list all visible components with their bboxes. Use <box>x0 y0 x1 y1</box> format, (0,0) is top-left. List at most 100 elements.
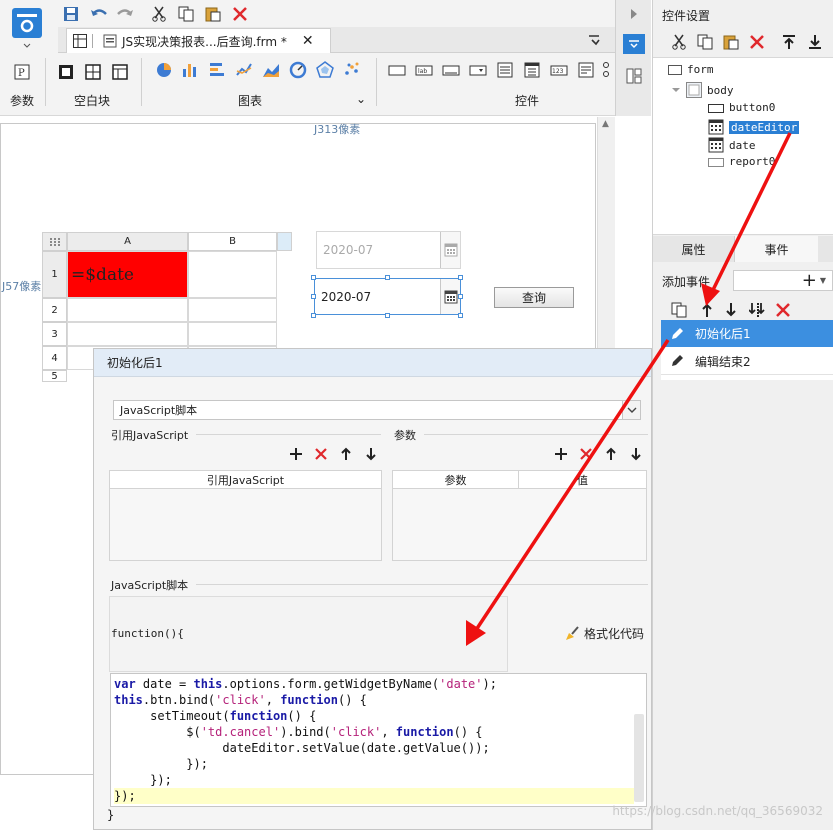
label-widget-icon[interactable]: lab <box>414 60 434 80</box>
code-editor[interactable]: var date = this.options.form.getWidgetBy… <box>110 673 647 807</box>
collapse-right-icon[interactable] <box>624 4 644 24</box>
cut-icon[interactable] <box>669 32 689 52</box>
hbar-chart-icon[interactable] <box>207 60 227 80</box>
more-widgets-icon[interactable] <box>600 60 612 80</box>
resize-handle[interactable] <box>311 313 316 318</box>
calendar-icon[interactable] <box>440 232 460 268</box>
button-widget-icon[interactable] <box>387 60 407 80</box>
expand-icon[interactable] <box>671 85 681 95</box>
tab-properties[interactable]: 属性 <box>653 236 735 262</box>
resize-handle[interactable] <box>385 275 390 280</box>
delete-icon[interactable] <box>230 4 250 24</box>
absolute-layout-icon[interactable] <box>83 62 103 82</box>
resize-handle[interactable] <box>458 313 463 318</box>
cell-b2[interactable] <box>188 298 277 322</box>
delete-icon[interactable] <box>773 300 793 320</box>
cell-a1[interactable]: =$date <box>67 251 188 298</box>
close-tab-icon[interactable]: ✕ <box>302 33 314 49</box>
code-scrollbar[interactable] <box>634 714 644 802</box>
move-up-icon[interactable] <box>338 446 354 462</box>
tree-node-form[interactable]: form <box>668 63 714 76</box>
copy-icon[interactable] <box>176 4 196 24</box>
tab-document[interactable]: JS实现决策报表...后查询.frm * ✕ <box>66 28 331 53</box>
resize-handle[interactable] <box>311 294 316 299</box>
script-type-select[interactable]: JavaScript脚本 <box>113 400 641 420</box>
add-icon[interactable] <box>553 446 569 462</box>
radar-chart-icon[interactable] <box>315 60 335 80</box>
paste-icon[interactable] <box>721 32 741 52</box>
delete-icon[interactable] <box>578 446 594 462</box>
cut-icon[interactable] <box>149 4 169 24</box>
move-bottom-icon[interactable] <box>747 300 767 320</box>
tree-node-date[interactable]: date <box>708 137 756 153</box>
date-editor-widget[interactable]: 2020-07 <box>314 278 461 315</box>
save-icon[interactable] <box>61 4 81 24</box>
query-button[interactable]: 查询 <box>494 287 574 308</box>
move-down-icon[interactable] <box>628 446 644 462</box>
row-header-5[interactable]: 5 <box>42 370 67 382</box>
add-icon[interactable] <box>288 446 304 462</box>
redo-icon[interactable] <box>115 4 135 24</box>
event-item-selected[interactable]: 初始化后1 <box>661 320 833 347</box>
delete-icon[interactable] <box>747 32 767 52</box>
cell-b1[interactable] <box>188 251 277 298</box>
tree-node-button0[interactable]: button0 <box>708 101 775 114</box>
date-widget[interactable]: 2020-07 <box>316 231 461 269</box>
area-chart-icon[interactable] <box>261 60 281 80</box>
pie-chart-icon[interactable] <box>154 60 174 80</box>
bar-chart-icon[interactable] <box>180 60 200 80</box>
chart-expand-icon[interactable]: ⌄ <box>356 92 366 106</box>
line-chart-icon[interactable] <box>234 60 254 80</box>
resize-handle[interactable] <box>458 294 463 299</box>
listbox-widget-icon[interactable] <box>495 60 515 80</box>
gauge-chart-icon[interactable] <box>288 60 308 80</box>
row-header-2[interactable]: 2 <box>42 298 67 322</box>
column-header-b[interactable]: B <box>188 232 277 251</box>
resize-handle[interactable] <box>458 275 463 280</box>
move-bottom-icon[interactable] <box>805 32 825 52</box>
tree-node-body[interactable]: body <box>671 82 734 98</box>
scatter-chart-icon[interactable] <box>342 60 362 80</box>
chevron-down-icon[interactable] <box>622 401 640 419</box>
row-header-1[interactable]: 1 <box>42 251 67 298</box>
date-widget-icon[interactable] <box>522 60 542 80</box>
tab-events[interactable]: 事件 <box>735 236 818 262</box>
row-header-4[interactable]: 4 <box>42 346 67 370</box>
app-logo-icon[interactable] <box>8 4 46 50</box>
properties-panel-icon[interactable] <box>623 34 645 54</box>
param-icon[interactable]: P <box>12 62 32 82</box>
event-item[interactable]: 编辑结束2 <box>661 348 833 375</box>
combobox-widget-icon[interactable] <box>468 60 488 80</box>
layout-panel-icon[interactable] <box>624 66 644 86</box>
cell-b3[interactable] <box>188 322 277 346</box>
blank-block-icon[interactable] <box>56 62 76 82</box>
number-widget-icon[interactable]: 123 <box>549 60 569 80</box>
tab-layout-icon[interactable] <box>110 62 130 82</box>
format-code-button[interactable]: 格式化代码 <box>564 625 644 642</box>
calendar-icon[interactable] <box>440 279 460 314</box>
undo-icon[interactable] <box>89 4 109 24</box>
textarea-widget-icon[interactable] <box>576 60 596 80</box>
tab-menu-icon[interactable] <box>584 30 604 50</box>
textfield-widget-icon[interactable] <box>441 60 461 80</box>
move-up-icon[interactable] <box>697 300 717 320</box>
tree-node-report0[interactable]: report0 <box>708 155 775 168</box>
move-down-icon[interactable] <box>721 300 741 320</box>
resize-handle[interactable] <box>385 313 390 318</box>
ref-js-table[interactable]: 引用JavaScript <box>109 470 382 561</box>
move-up-icon[interactable] <box>603 446 619 462</box>
scroll-up-icon[interactable]: ▲ <box>602 119 609 129</box>
params-table[interactable]: 参数 值 <box>392 470 647 561</box>
add-event-dropdown[interactable]: + ▼ <box>733 270 833 291</box>
copy-icon[interactable] <box>669 300 689 320</box>
move-top-icon[interactable] <box>779 32 799 52</box>
resize-handle[interactable] <box>311 275 316 280</box>
cell-a2[interactable] <box>67 298 188 322</box>
paste-icon[interactable] <box>203 4 223 24</box>
column-header-a[interactable]: A <box>67 232 188 251</box>
cell-a3[interactable] <box>67 322 188 346</box>
delete-icon[interactable] <box>313 446 329 462</box>
move-down-icon[interactable] <box>363 446 379 462</box>
tree-node-dateEditor[interactable]: dateEditor <box>708 119 800 135</box>
copy-icon[interactable] <box>695 32 715 52</box>
